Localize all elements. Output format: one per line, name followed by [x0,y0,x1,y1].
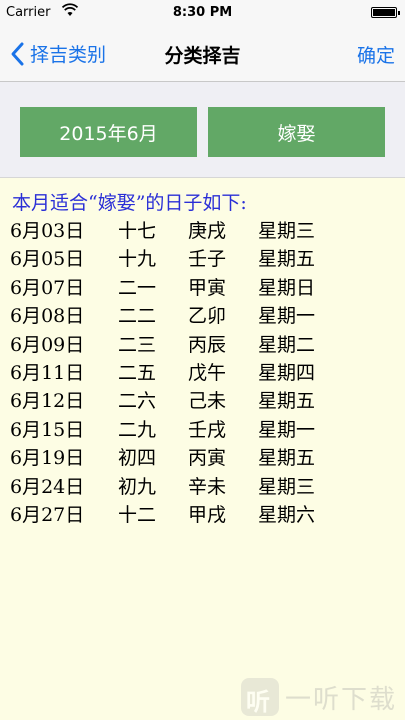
lunar-day-cell: 初四 [118,447,157,470]
weekday-cell: 星期五 [258,248,316,271]
weekday-cell: 星期四 [258,361,316,384]
date-cell: 6月19日 [10,447,85,470]
list-item: 6月07日 二一 甲寅 星期日 [10,273,348,301]
back-button[interactable]: 择吉类别 [8,40,106,67]
results-panel: 本月适合“嫁娶”的日子如下: 6月03日 十七 庚戌 星期三 6月05日 十九 壬子 星期五 6… [0,178,405,720]
ganzhi-cell: 壬戌 [188,418,227,441]
lunar-day-cell: 二九 [118,418,157,441]
list-item: 6月19日 初四 丙寅 星期五 [10,443,348,471]
lunar-day-cell: 二一 [118,276,157,299]
ganzhi-cell: 庚戌 [188,220,227,242]
watermark-logo-icon: 听 [240,678,279,716]
watermark-text: 一听下载 [284,684,397,715]
weekday-cell: 星期三 [258,220,316,242]
date-cell: 6月08日 [10,305,85,328]
weekday-cell: 星期二 [258,333,316,356]
weekday-cell: 星期一 [258,305,316,328]
filter-panel: 2015年6月 嫁娶 [0,82,405,178]
results-heading: 本月适合“嫁娶”的日子如下: [12,192,247,214]
lunar-day-cell: 二二 [118,305,157,328]
confirm-button[interactable]: 确定 [357,41,395,68]
weekday-cell: 星期日 [258,276,316,299]
ganzhi-cell: 己未 [188,390,227,413]
date-cell: 6月09日 [10,333,85,356]
list-item: 6月24日 初九 辛未 星期三 [10,472,348,500]
ganzhi-cell: 甲戌 [188,503,227,526]
lunar-day-cell: 二五 [118,361,157,384]
weekday-cell: 星期三 [258,475,316,498]
lunar-day-cell: 十七 [118,220,157,242]
month-picker-button[interactable]: 2015年6月 [20,107,197,157]
lunar-day-cell: 初九 [118,475,157,498]
lunar-day-cell: 十九 [118,248,157,271]
date-cell: 6月05日 [10,248,85,271]
ganzhi-cell: 丙寅 [188,447,227,470]
navigation-bar: 择吉类别 分类择吉 确定 [0,26,405,82]
list-item: 6月11日 二五 戊午 星期四 [10,358,348,386]
ganzhi-cell: 壬子 [188,248,227,271]
list-item: 6月12日 二六 己未 星期五 [10,386,348,414]
battery-icon [371,7,400,18]
chevron-left-icon [11,42,24,65]
results-list: 6月03日 十七 庚戌 星期三 6月05日 十九 壬子 星期五 6月07日 二一 甲寅 星期日 6月08… [10,216,348,528]
weekday-cell: 星期五 [258,390,316,413]
date-cell: 6月24日 [10,475,85,498]
event-type-button[interactable]: 嫁娶 [208,107,385,157]
watermark: 听 一听下载 [240,678,397,716]
list-item: 6月27日 十二 甲戌 星期六 [10,500,348,528]
ganzhi-cell: 乙卯 [188,305,227,328]
lunar-day-cell: 二六 [118,390,157,413]
ganzhi-cell: 戊午 [188,361,227,384]
ganzhi-cell: 丙辰 [188,333,227,356]
weekday-cell: 星期五 [258,447,316,470]
date-cell: 6月03日 [10,220,85,242]
list-item: 6月15日 二九 壬戌 星期一 [10,415,348,443]
list-item: 6月09日 二三 丙辰 星期二 [10,330,348,358]
date-cell: 6月15日 [10,418,85,441]
ganzhi-cell: 辛未 [188,475,227,498]
weekday-cell: 星期一 [258,418,316,441]
date-cell: 6月07日 [10,276,85,299]
date-cell: 6月27日 [10,503,85,526]
list-item: 6月05日 十九 壬子 星期五 [10,244,348,272]
list-item: 6月03日 十七 庚戌 星期三 [10,216,348,244]
date-cell: 6月11日 [10,361,85,384]
back-button-label: 择吉类别 [30,44,107,66]
status-bar: Carrier 8:30 PM [0,0,405,26]
ganzhi-cell: 甲寅 [188,276,227,299]
lunar-day-cell: 二三 [118,333,157,356]
lunar-day-cell: 十二 [118,503,157,526]
clock: 8:30 PM [172,5,233,20]
date-cell: 6月12日 [10,390,85,413]
weekday-cell: 星期六 [258,503,316,526]
list-item: 6月08日 二二 乙卯 星期一 [10,301,348,329]
